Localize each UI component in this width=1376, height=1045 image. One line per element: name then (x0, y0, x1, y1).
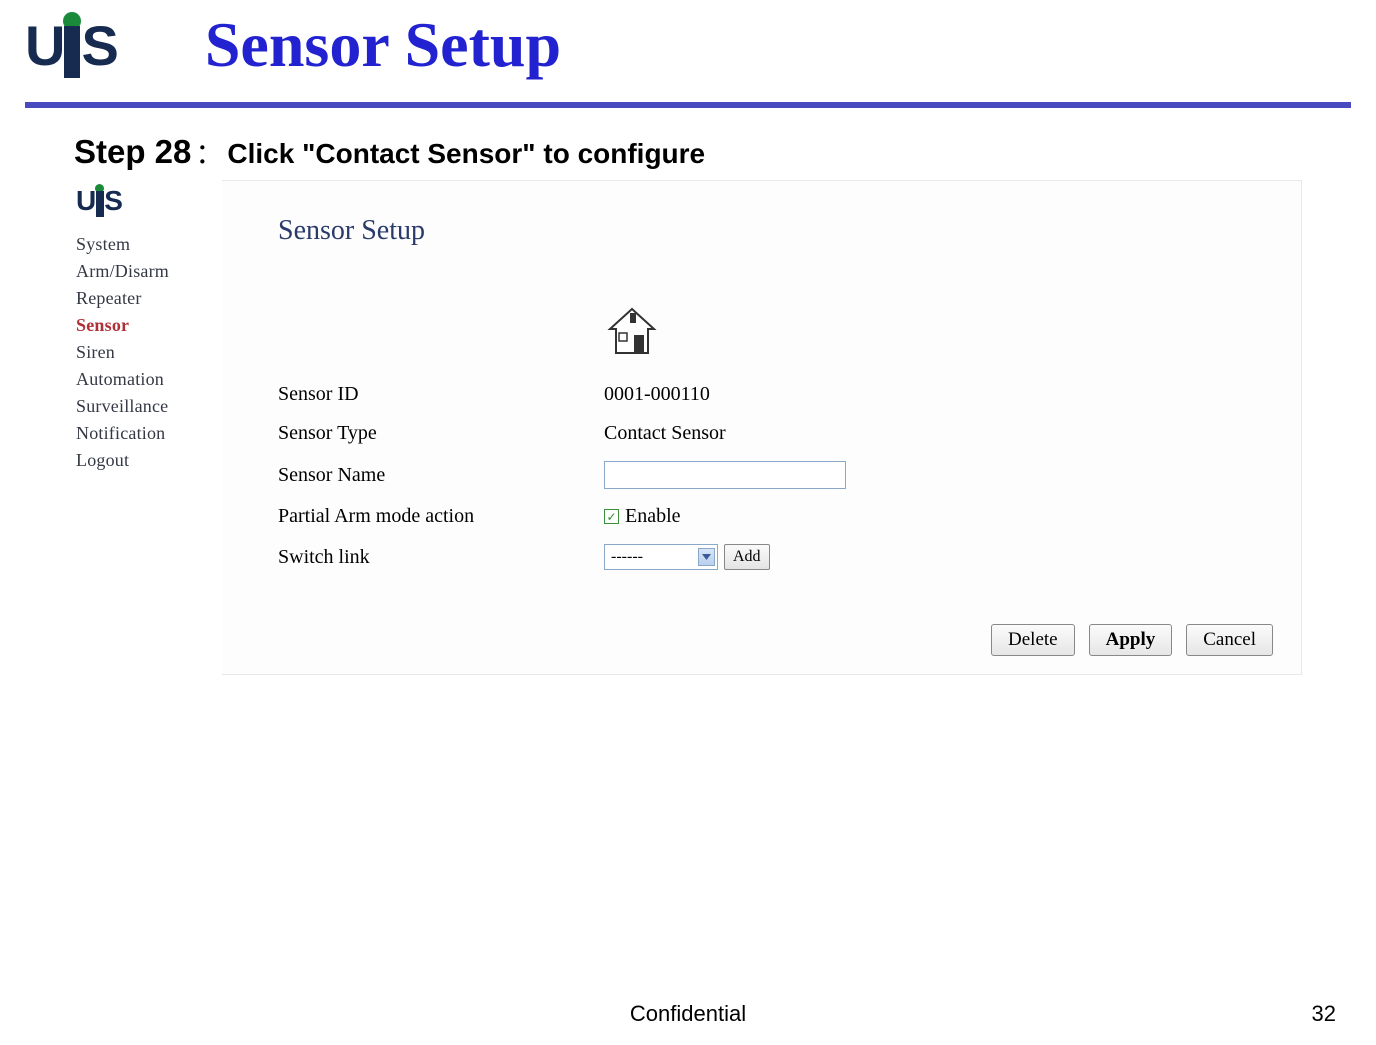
apply-button[interactable]: Apply (1089, 624, 1173, 656)
sidebar-item-arm-disarm[interactable]: Arm/Disarm (74, 258, 222, 285)
cancel-button[interactable]: Cancel (1186, 624, 1273, 656)
row-sensor-id: Sensor ID 0001-000110 (278, 383, 1273, 406)
step-instruction: Step 28：Click "Contact Sensor" to config… (74, 132, 1302, 172)
row-switch-link: Switch link ------ Add (278, 544, 1273, 570)
title-divider (25, 102, 1351, 108)
label-partial-arm: Partial Arm mode action (278, 505, 604, 528)
app-sidebar: U S System Arm/Disarm Repeater Sensor Si… (74, 180, 222, 675)
value-sensor-id: 0001-000110 (604, 383, 710, 406)
label-sensor-id: Sensor ID (278, 383, 604, 406)
uis-logo-large: U S (25, 12, 117, 78)
sidebar-item-automation[interactable]: Automation (74, 366, 222, 393)
slide-title: Sensor Setup (205, 8, 561, 82)
step-number: Step 28 (74, 133, 191, 170)
check-icon: ✓ (606, 511, 616, 523)
step-description: Click "Contact Sensor" to configure (227, 138, 705, 169)
enable-checkbox[interactable]: ✓ (604, 509, 619, 524)
sensor-name-input[interactable] (604, 461, 846, 489)
sidebar-item-surveillance[interactable]: Surveillance (74, 393, 222, 420)
app-main-panel: Sensor Setup Sensor ID 0001-000110 Senso… (222, 180, 1302, 675)
sidebar-item-logout[interactable]: Logout (74, 447, 222, 474)
page-number: 32 (1312, 1001, 1336, 1027)
delete-button[interactable]: Delete (991, 624, 1075, 656)
label-sensor-type: Sensor Type (278, 422, 604, 445)
confidential-label: Confidential (630, 1001, 746, 1027)
sidebar-item-siren[interactable]: Siren (74, 339, 222, 366)
add-button[interactable]: Add (724, 544, 770, 570)
label-switch-link: Switch link (278, 546, 604, 569)
sidebar-item-repeater[interactable]: Repeater (74, 285, 222, 312)
uis-logo-small: U S (74, 184, 222, 217)
sidebar-item-system[interactable]: System (74, 231, 222, 258)
panel-title: Sensor Setup (278, 215, 1273, 247)
app-screenshot: U S System Arm/Disarm Repeater Sensor Si… (74, 180, 1302, 675)
value-sensor-type: Contact Sensor (604, 422, 726, 445)
row-sensor-name: Sensor Name (278, 461, 1273, 489)
label-sensor-name: Sensor Name (278, 464, 604, 487)
switch-link-select[interactable]: ------ (604, 544, 718, 570)
enable-label: Enable (625, 505, 681, 528)
select-value: ------ (611, 548, 643, 566)
sidebar-item-sensor[interactable]: Sensor (74, 312, 222, 339)
chevron-down-icon (698, 548, 715, 566)
row-partial-arm: Partial Arm mode action ✓ Enable (278, 505, 1273, 528)
action-buttons: Delete Apply Cancel (278, 624, 1273, 656)
row-sensor-type: Sensor Type Contact Sensor (278, 422, 1273, 445)
sidebar-item-notification[interactable]: Notification (74, 420, 222, 447)
house-icon (604, 305, 660, 361)
